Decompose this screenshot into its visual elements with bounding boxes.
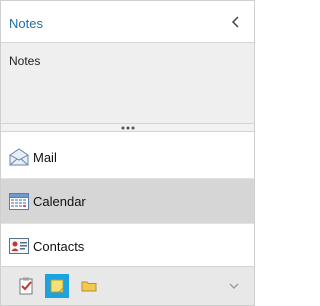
nav-label-calendar: Calendar: [33, 194, 86, 209]
contacts-icon: [9, 238, 29, 254]
folder-icon: [81, 281, 97, 292]
more-buttons-button[interactable]: [227, 279, 241, 291]
navigation-pane: Notes Notes Mail Calendar Contacts: [0, 0, 255, 306]
folder-pane: Notes: [1, 43, 254, 123]
chevron-left-icon: [231, 16, 239, 28]
grip-dots-icon: [121, 126, 135, 130]
nav-item-calendar[interactable]: Calendar: [1, 179, 254, 223]
nav-label-contacts: Contacts: [33, 239, 85, 254]
nav-item-mail[interactable]: Mail: [1, 135, 254, 179]
folders-button[interactable]: [77, 274, 101, 298]
notes-icon: [50, 279, 64, 293]
bottom-toolbar: [1, 266, 254, 305]
mail-icon: [9, 148, 29, 166]
tasks-icon: [19, 277, 33, 295]
notes-button[interactable]: [45, 274, 69, 298]
tasks-button[interactable]: [14, 274, 38, 298]
nav-item-contacts[interactable]: Contacts: [1, 224, 254, 268]
pane-splitter[interactable]: [1, 123, 254, 132]
folder-item-notes[interactable]: Notes: [9, 54, 40, 68]
pane-title: Notes: [9, 16, 43, 31]
collapse-pane-button[interactable]: [228, 12, 244, 32]
pane-header: Notes: [1, 1, 254, 43]
calendar-icon: [9, 193, 29, 210]
nav-label-mail: Mail: [33, 150, 57, 165]
chevron-down-icon: [229, 283, 239, 289]
